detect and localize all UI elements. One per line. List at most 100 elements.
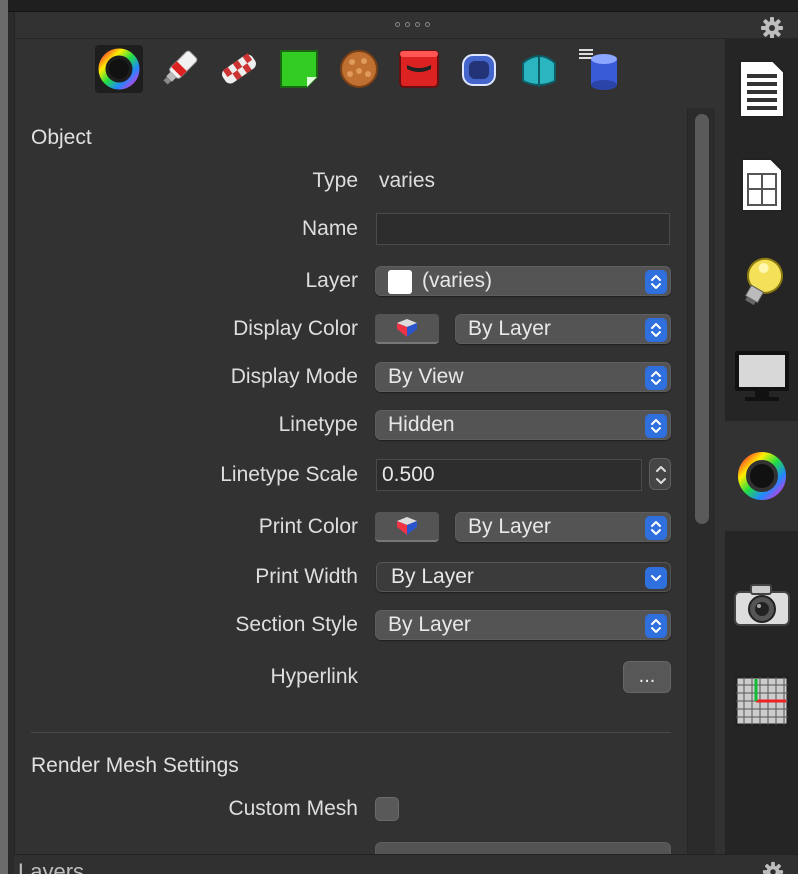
properties-panel: Object Type varies Name Layer (varies) D… xyxy=(14,12,798,854)
object-properties-tab[interactable] xyxy=(95,45,143,93)
decal-tab[interactable] xyxy=(275,45,323,93)
divider xyxy=(15,38,798,39)
layer-popup[interactable]: (varies) xyxy=(375,266,671,296)
custom-mesh-label: Custom Mesh xyxy=(228,797,358,820)
linetype-scale-stepper[interactable] xyxy=(649,458,671,490)
window-edge xyxy=(0,0,8,874)
section-style-row: Section Style By Layer xyxy=(15,608,723,642)
texture-mapping-tab[interactable] xyxy=(215,45,263,93)
panel-sidebar xyxy=(725,39,798,854)
document-icon xyxy=(739,60,785,118)
print-color-popup[interactable]: By Layer xyxy=(455,512,671,542)
sidebar-item-lights[interactable] xyxy=(725,233,798,329)
layer-color-icon xyxy=(397,319,417,337)
shut-lining-tab[interactable] xyxy=(515,45,563,93)
red-box-icon xyxy=(399,50,439,88)
scrollbar[interactable] xyxy=(687,108,715,854)
sidebar-item-named-views[interactable] xyxy=(725,557,798,653)
title-strip xyxy=(8,0,798,12)
linetype-popup[interactable]: Hidden xyxy=(375,410,671,440)
color-wheel-icon xyxy=(738,452,786,500)
combo-dropdown-button xyxy=(645,567,667,589)
green-sticker-icon xyxy=(280,50,318,88)
popup-stepper xyxy=(645,318,667,342)
linetype-scale-field[interactable]: 0.500 xyxy=(376,459,642,491)
print-color-popup-value: By Layer xyxy=(468,515,551,538)
light-bulb-icon xyxy=(744,257,783,306)
type-label: Type xyxy=(312,169,358,192)
properties-content: Object Type varies Name Layer (varies) D… xyxy=(15,108,723,854)
up-down-chevron-icon xyxy=(651,371,661,385)
hyperlink-button[interactable]: ... xyxy=(623,661,671,693)
linetype-row: Linetype Hidden xyxy=(15,408,723,442)
section-style-popup[interactable]: By Layer xyxy=(375,610,671,640)
sidebar-item-display[interactable] xyxy=(725,329,798,425)
sidebar-item-named-cplanes[interactable] xyxy=(725,653,798,749)
gear-icon[interactable] xyxy=(760,16,784,40)
hyperlink-button-label: ... xyxy=(638,665,656,687)
display-color-label: Display Color xyxy=(233,317,358,340)
print-width-label: Print Width xyxy=(255,565,358,588)
object-section-title: Object xyxy=(31,126,92,149)
render-mesh-popup[interactable] xyxy=(375,842,671,854)
print-width-combo[interactable]: By Layer xyxy=(376,562,671,592)
paint-tube-icon xyxy=(163,50,198,85)
up-down-chevron-icon xyxy=(651,619,661,633)
page-layout-icon xyxy=(741,158,783,212)
linetype-scale-label: Linetype Scale xyxy=(220,463,358,486)
linetype-scale-value: 0.500 xyxy=(382,463,435,486)
soft-box-icon xyxy=(462,54,496,86)
hyperlink-label: Hyperlink xyxy=(270,665,358,688)
grid-cplane-icon xyxy=(734,675,790,727)
popup-stepper xyxy=(645,366,667,390)
material-tab[interactable] xyxy=(155,45,203,93)
displacement-tab[interactable] xyxy=(335,45,383,93)
display-color-swatch[interactable] xyxy=(375,314,439,344)
chevron-down-icon xyxy=(651,575,661,581)
cyan-shape-icon xyxy=(522,55,556,87)
edge-softening-tab[interactable] xyxy=(455,45,503,93)
up-down-chevron-icon xyxy=(651,323,661,337)
bumpy-sphere-icon xyxy=(340,50,378,88)
print-width-row: Print Width By Layer xyxy=(15,560,723,594)
name-row: Name xyxy=(15,212,723,246)
display-mode-popup-value: By View xyxy=(388,365,464,388)
layers-panel-header[interactable]: Layers xyxy=(14,854,798,874)
layer-color-icon xyxy=(397,517,417,535)
gear-icon[interactable] xyxy=(762,861,784,874)
sidebar-item-layouts[interactable] xyxy=(725,137,798,233)
popup-stepper xyxy=(645,270,667,294)
type-row: Type varies xyxy=(15,164,723,198)
up-down-chevron-icon xyxy=(656,466,666,484)
linetype-scale-row: Linetype Scale 0.500 xyxy=(15,458,723,492)
monitor-icon xyxy=(735,351,789,401)
display-mode-row: Display Mode By View xyxy=(15,360,723,394)
display-mode-label: Display Mode xyxy=(230,365,358,388)
display-color-popup-value: By Layer xyxy=(468,317,551,340)
scrollbar-thumb[interactable] xyxy=(695,114,709,524)
layer-label: Layer xyxy=(305,269,358,292)
type-value: varies xyxy=(379,169,436,192)
shadows-tab[interactable] xyxy=(395,45,443,93)
popup-stepper xyxy=(645,614,667,638)
sidebar-item-document[interactable] xyxy=(725,41,798,137)
layer-popup-value: (varies) xyxy=(422,269,493,292)
popup-stepper xyxy=(645,414,667,438)
curve-piping-tab[interactable] xyxy=(575,45,623,93)
section-style-label: Section Style xyxy=(235,613,358,636)
panel-drag-handle[interactable] xyxy=(395,22,430,27)
name-field[interactable] xyxy=(376,213,670,245)
custom-mesh-checkbox[interactable] xyxy=(375,797,399,821)
hyperlink-row: Hyperlink ... xyxy=(15,660,723,694)
display-mode-popup[interactable]: By View xyxy=(375,362,671,392)
print-color-swatch[interactable] xyxy=(375,512,439,542)
layers-panel-title: Layers xyxy=(18,859,85,874)
print-color-row: Print Color By Layer xyxy=(15,510,723,544)
display-color-popup[interactable]: By Layer xyxy=(455,314,671,344)
sidebar-item-properties[interactable] xyxy=(725,421,798,531)
cylinder-icon xyxy=(579,49,617,90)
section-style-popup-value: By Layer xyxy=(388,613,471,636)
display-color-row: Display Color By Layer xyxy=(15,312,723,346)
linetype-popup-value: Hidden xyxy=(388,413,455,436)
layer-row: Layer (varies) xyxy=(15,264,723,298)
